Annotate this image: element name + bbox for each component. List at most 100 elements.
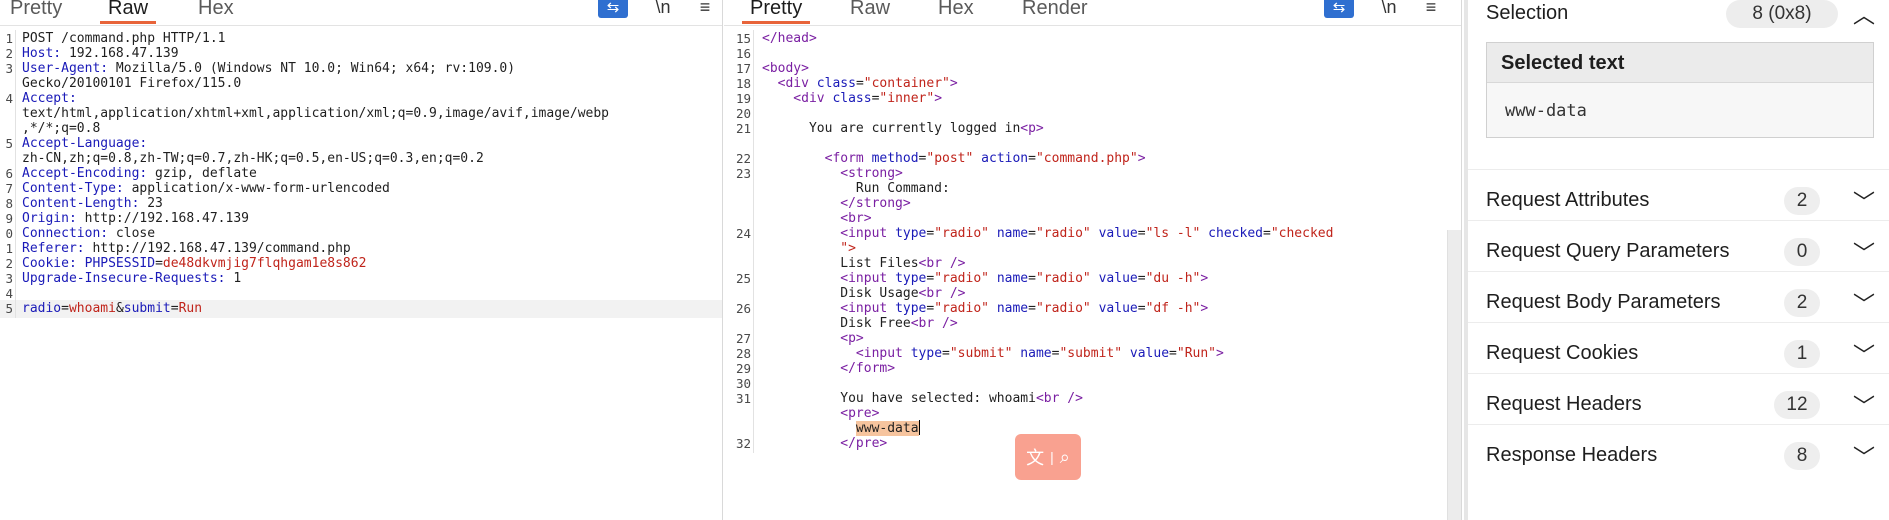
code-line[interactable]: 5 radio=whoami&submit=Run — [0, 300, 722, 318]
selected-text-value[interactable]: www-data — [1505, 101, 1587, 121]
code-token: = — [170, 301, 179, 316]
code-token: = — [155, 256, 163, 271]
code-token: = — [61, 301, 69, 316]
code-token: <br /> — [918, 256, 966, 271]
request-pane: Pretty Raw Hex ⇆ \n ≡ 1 POST /command.php… — [0, 0, 723, 520]
wrap-lines-icon[interactable]: ⇆ — [598, 0, 628, 18]
code-token: http://192.168.47.139 — [76, 211, 249, 226]
code-token: & — [115, 301, 124, 316]
code-token: <br /> — [1035, 391, 1083, 406]
code-token: "radio" — [1035, 301, 1091, 316]
section-label: Request Headers — [1486, 393, 1642, 415]
response-tabbar: Pretty Raw Hex Render ⇆ \n ≡ — [724, 0, 1461, 26]
response-editor[interactable]: 15 </head> 16 17 <body> 18 <div class="contai… — [724, 30, 1461, 520]
code-token: value — [1090, 301, 1138, 316]
code-token: Upgrade-Insecure-Requests: — [22, 271, 226, 286]
chevron-down-icon[interactable]: ﹀ — [1853, 185, 1875, 217]
response-tab-render[interactable]: Render — [1014, 0, 1096, 24]
code-token: <form — [762, 151, 872, 166]
code-token: > — [1200, 271, 1209, 286]
code-token: head — [777, 31, 809, 46]
chevron-down-icon[interactable]: ﹀ — [1853, 389, 1875, 421]
code-token: "df -h" — [1145, 301, 1201, 316]
code-token: You have selected: whoami — [762, 391, 1036, 406]
code-token: = — [942, 346, 950, 361]
menu-icon[interactable]: ≡ — [1416, 0, 1446, 18]
code-text: </pre> — [762, 435, 1461, 453]
code-token: <div — [762, 76, 817, 91]
code-token: </ — [762, 31, 778, 46]
code-token: Gecko/20100101 Firefox/115.0 — [22, 76, 242, 91]
inspector-section-request-query-parameters[interactable]: Request Query Parameters 0 ﹀ — [1468, 220, 1889, 270]
code-token: "radio" — [934, 226, 989, 241]
chevron-down-icon[interactable]: ﹀ — [1853, 440, 1875, 472]
code-token: <input — [762, 346, 911, 361]
chevron-down-icon[interactable]: ﹀ — [1853, 287, 1875, 319]
code-token: > — [808, 31, 817, 46]
code-token: "radio" — [934, 301, 989, 316]
code-token: = — [1262, 226, 1271, 241]
code-token: zh-CN,zh;q=0.8,zh-TW;q=0.7,zh-HK;q=0.5,e… — [22, 151, 484, 166]
section-divider — [1468, 373, 1889, 374]
code-token: = — [1028, 301, 1036, 316]
code-token: > — [1137, 151, 1146, 166]
inspector-section-request-attributes[interactable]: Request Attributes 2 ﹀ — [1468, 169, 1889, 219]
code-token: <pre> — [762, 406, 880, 421]
code-line[interactable]: 32 </pre> — [724, 435, 1461, 453]
floating-selection-toolbar[interactable]: 文 | ⌕ — [1015, 434, 1081, 480]
code-token: Content-Length: — [22, 196, 140, 211]
section-divider — [1468, 169, 1889, 170]
section-divider — [1468, 424, 1889, 425]
translate-icon[interactable]: 文 — [1026, 444, 1044, 470]
code-token: "ls -l" — [1145, 226, 1201, 241]
code-token: de48dkvmjig7flqhgam1e8s862 — [162, 256, 367, 271]
section-label: Response Headers — [1486, 444, 1658, 466]
newline-icon[interactable]: \n — [1374, 0, 1404, 18]
code-token: value — [1122, 346, 1170, 361]
request-tab-pretty[interactable]: Pretty — [2, 0, 70, 24]
request-tab-raw[interactable]: Raw — [100, 0, 157, 24]
inspector-section-request-cookies[interactable]: Request Cookies 1 ﹀ — [1468, 322, 1889, 372]
code-token: = — [855, 76, 864, 91]
response-tab-pretty[interactable]: Pretty — [742, 0, 811, 24]
code-token: = — [1028, 226, 1036, 241]
chevron-up-icon[interactable]: ︿ — [1853, 0, 1875, 30]
code-token: "radio" — [1035, 271, 1091, 286]
code-token: <br /> — [910, 316, 958, 331]
search-icon[interactable]: ⌕ — [1060, 447, 1070, 468]
code-token: method — [871, 151, 919, 166]
wrap-lines-icon[interactable]: ⇆ — [1324, 0, 1354, 18]
inspector-section-response-headers[interactable]: Response Headers 8 ﹀ — [1468, 424, 1889, 474]
code-token: radio — [22, 301, 62, 316]
selection-section[interactable]: Selection 8 (0x8) ︿ — [1468, 0, 1889, 32]
code-token: > — [1200, 301, 1209, 316]
request-editor[interactable]: 1 POST /command.php HTTP/1.1 2 Host: 192.16… — [0, 30, 722, 520]
request-tabbar: Pretty Raw Hex ⇆ \n ≡ — [0, 0, 722, 26]
code-token: "submit" — [949, 346, 1013, 361]
chevron-down-icon[interactable]: ﹀ — [1853, 338, 1875, 370]
code-token: "du -h" — [1145, 271, 1201, 286]
code-token: "radio" — [1035, 226, 1091, 241]
text-caret — [918, 420, 920, 435]
menu-icon[interactable]: ≡ — [690, 0, 720, 18]
response-scrollbar[interactable] — [1447, 230, 1461, 520]
response-tab-hex[interactable]: Hex — [930, 0, 982, 24]
inspector-section-request-body-parameters[interactable]: Request Body Parameters 2 ﹀ — [1468, 271, 1889, 321]
code-token: = — [1137, 226, 1146, 241]
response-tab-raw[interactable]: Raw — [842, 0, 898, 24]
inspector-section-request-headers[interactable]: Request Headers 12 ﹀ — [1468, 373, 1889, 423]
chevron-down-icon[interactable]: ﹀ — [1853, 236, 1875, 268]
code-token: whoami — [68, 301, 116, 316]
code-token: type — [910, 346, 943, 361]
code-token: name — [1012, 346, 1052, 361]
section-count-badge: 1 — [1784, 340, 1820, 368]
selected-text-label: Selected text — [1487, 43, 1873, 83]
section-label: Request Body Parameters — [1486, 291, 1721, 313]
code-token: class — [832, 91, 872, 106]
code-token: Mozilla/5.0 (Windows NT 10.0; Win64; x64… — [108, 61, 516, 76]
request-tab-hex[interactable]: Hex — [190, 0, 242, 24]
section-count-badge: 8 — [1784, 442, 1820, 470]
inspector-panel: Selection 8 (0x8) ︿ Selected text www-da… — [1464, 0, 1889, 520]
newline-icon[interactable]: \n — [648, 0, 678, 18]
